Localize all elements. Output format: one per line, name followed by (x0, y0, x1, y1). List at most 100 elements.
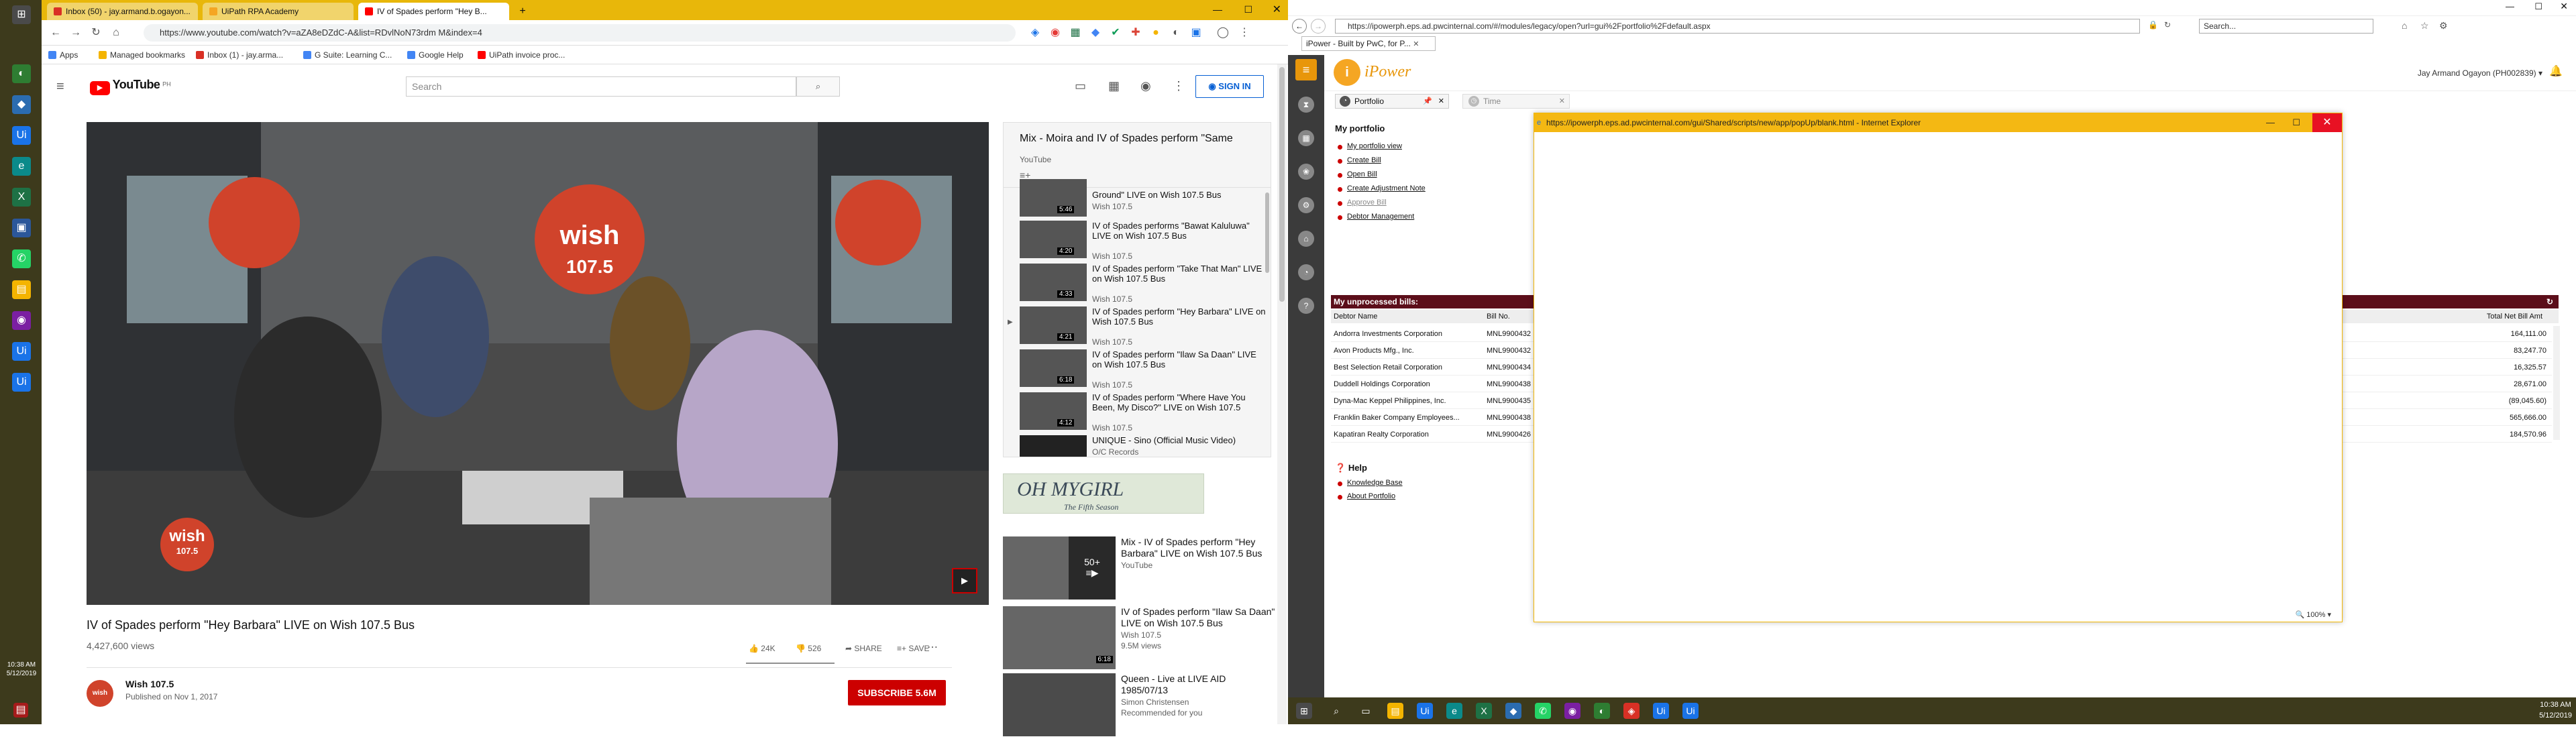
extension-icon[interactable]: ◈ (1028, 25, 1042, 40)
home-icon[interactable]: ⌂ (2402, 20, 2407, 31)
extension-icon[interactable]: ▦ (1068, 25, 1083, 40)
uipath-icon[interactable]: Ui (1417, 703, 1433, 719)
refresh-icon[interactable]: ↻ (2546, 295, 2553, 308)
uipath-icon[interactable]: Ui (1653, 703, 1669, 719)
link-about-portfolio[interactable]: About Portfolio (1347, 492, 1395, 500)
extension-icon[interactable]: ◆ (1088, 25, 1103, 40)
app-icon[interactable]: ◐ (12, 64, 31, 83)
back-icon[interactable]: ← (48, 25, 63, 40)
more-icon[interactable]: ⋮ (1173, 79, 1185, 93)
back-icon[interactable]: ← (1292, 19, 1307, 34)
favorites-icon[interactable]: ☆ (2420, 20, 2429, 32)
tab-gmail[interactable]: Inbox (50) - jay.armand.b.ogayon... (47, 3, 198, 20)
column-header[interactable]: Bill No. (1487, 310, 1510, 323)
settings-icon[interactable]: ⚙ (2439, 20, 2448, 32)
maximize-icon[interactable]: ☐ (2292, 113, 2300, 132)
search-input[interactable]: Search (406, 76, 796, 97)
playlist-item[interactable]: 4:33 IV of Spades perform "Take That Man… (1020, 264, 1268, 305)
link-portfolio-view[interactable]: My portfolio view (1347, 142, 1402, 150)
channel-avatar[interactable]: wish (87, 680, 113, 707)
tab-uipath[interactable]: UiPath RPA Academy (203, 3, 354, 20)
address-bar[interactable]: https://www.youtube.com/watch?v=aZA8eDZd… (144, 24, 1016, 42)
page-scrollbar[interactable] (1277, 64, 1287, 724)
close-button[interactable]: ✕ (2312, 113, 2342, 132)
minimize-icon[interactable]: — (1213, 4, 1222, 15)
forward-icon[interactable]: → (68, 25, 83, 40)
gear-icon[interactable]: ⚙ (1298, 197, 1314, 213)
playlist-item[interactable]: 4:20 IV of Spades performs "Bawat Kalulu… (1020, 221, 1268, 262)
maximize-icon[interactable]: ☐ (1244, 4, 1252, 15)
whatsapp-icon[interactable]: ✆ (1535, 703, 1551, 719)
ie-icon[interactable]: e (12, 157, 31, 176)
paw-icon[interactable]: ❀ (1298, 164, 1314, 180)
excel-icon[interactable]: X (1476, 703, 1492, 719)
search-button[interactable]: ⌕ (796, 76, 840, 97)
bookmark-uipath[interactable]: UiPath invoice proc... (478, 46, 565, 64)
extension-icon[interactable]: ✔ (1108, 25, 1123, 40)
apps-icon[interactable]: ▦ (1108, 79, 1120, 93)
app-icon[interactable]: ◆ (12, 95, 31, 114)
timer-icon[interactable]: ⧗ (1298, 97, 1314, 113)
maximize-icon[interactable]: ☐ (2534, 1, 2542, 12)
uipath-icon[interactable]: Ui (12, 126, 31, 145)
uipath-icon[interactable]: Ui (12, 342, 31, 361)
tab-time[interactable]: ◷ Time ✕ (1462, 94, 1570, 109)
uipath-icon[interactable]: Ui (1682, 703, 1699, 719)
reload-icon[interactable]: ↻ (89, 25, 103, 40)
link-knowledge-base[interactable]: Knowledge Base (1347, 479, 1403, 487)
dislike-button[interactable]: 👎 526 (796, 644, 821, 653)
menu-icon[interactable]: ⋮ (1237, 25, 1252, 40)
app-icon[interactable]: ◉ (1564, 703, 1580, 719)
bookmark-apps[interactable]: Apps (48, 46, 78, 64)
messages-icon[interactable]: ◉ (1140, 79, 1151, 93)
close-icon[interactable]: ✕ (1413, 40, 1419, 48)
channel-name[interactable]: Wish 107.5 (125, 679, 174, 689)
sign-in-button[interactable]: ◉ SIGN IN (1195, 75, 1264, 98)
home-icon[interactable]: ⌂ (109, 25, 123, 40)
start-icon[interactable]: ⊞ (12, 5, 31, 24)
task-view-icon[interactable]: ▭ (1358, 703, 1374, 719)
ie-icon[interactable]: e (1446, 703, 1462, 719)
popup-titlebar[interactable]: e https://ipowerph.eps.ad.pwcinternal.co… (1534, 113, 2342, 132)
playlist-item-current[interactable]: ▶ 4:21 IV of Spades perform "Hey Barbara… (1008, 306, 1268, 348)
zoom-control[interactable]: 🔍 100% ▾ (2296, 610, 2332, 619)
folder-icon[interactable]: ▤ (12, 280, 31, 299)
hamburger-icon[interactable]: ≡ (56, 79, 64, 95)
new-tab-button[interactable]: + (514, 3, 531, 20)
close-icon[interactable]: ✕ (2560, 1, 2568, 12)
column-header[interactable]: Total Net Bill Amt (2487, 310, 2542, 323)
search-input[interactable]: Search... (2199, 19, 2373, 34)
extension-icon[interactable]: ✚ (1128, 25, 1143, 40)
link-approve-bill[interactable]: Approve Bill (1347, 198, 1387, 207)
address-bar[interactable]: https://ipowerph.eps.ad.pwcinternal.com/… (1335, 19, 2140, 34)
ie-tab[interactable]: iPower - Built by PwC, for P... ✕ (1301, 36, 1436, 51)
subscribe-watermark-icon[interactable]: ▶ (952, 568, 977, 593)
excel-icon[interactable]: X (12, 188, 31, 207)
youtube-logo[interactable]: ▶ YouTube PH (90, 78, 171, 95)
playlist-item[interactable]: UNIQUE - Sino (Official Music Video) O/C… (1020, 435, 1268, 457)
link-open-bill[interactable]: Open Bill (1347, 170, 1377, 178)
app-icon[interactable]: ◆ (1505, 703, 1521, 719)
tag-icon[interactable]: ⌂ (1298, 231, 1314, 247)
like-button[interactable]: 👍 24K (749, 644, 775, 653)
user-menu[interactable]: Jay Armand Ogayon (PH002839) ▾ (2418, 68, 2542, 78)
bookmark-managed[interactable]: Managed bookmarks (99, 46, 185, 64)
link-create-bill[interactable]: Create Bill (1347, 156, 1381, 164)
playlist-item[interactable]: 4:12 IV of Spades perform "Where Have Yo… (1020, 392, 1268, 434)
save-button[interactable]: ≡+ SAVE (897, 644, 929, 653)
start-icon[interactable]: ⊞ (1296, 703, 1312, 719)
chrome-icon[interactable]: ◐ (1594, 703, 1610, 719)
folder-icon[interactable]: ▤ (1387, 703, 1403, 719)
ad-banner[interactable]: OH MYGIRL The Fifth Season (1003, 473, 1204, 514)
minimize-icon[interactable]: — (2506, 1, 2514, 11)
video-camera-icon[interactable]: ▭ (1075, 79, 1086, 93)
avatar[interactable]: ◯ (1216, 25, 1230, 40)
extension-icon[interactable]: ◉ (1048, 25, 1063, 40)
reload-icon[interactable]: ↻ (2164, 20, 2171, 30)
search-icon[interactable]: ⌕ (1328, 703, 1344, 719)
pin-icon[interactable]: 📌 (1423, 95, 1432, 108)
tab-portfolio[interactable]: ◔ Portfolio 📌 ✕ (1335, 94, 1449, 109)
recommended-item[interactable]: Queen - Live at LIVE AID 1985/07/13 Simo… (1003, 673, 1285, 739)
close-icon[interactable]: ✕ (1273, 3, 1281, 16)
recommended-item[interactable]: 6:18 IV of Spades perform "Ilaw Sa Daan"… (1003, 606, 1285, 672)
